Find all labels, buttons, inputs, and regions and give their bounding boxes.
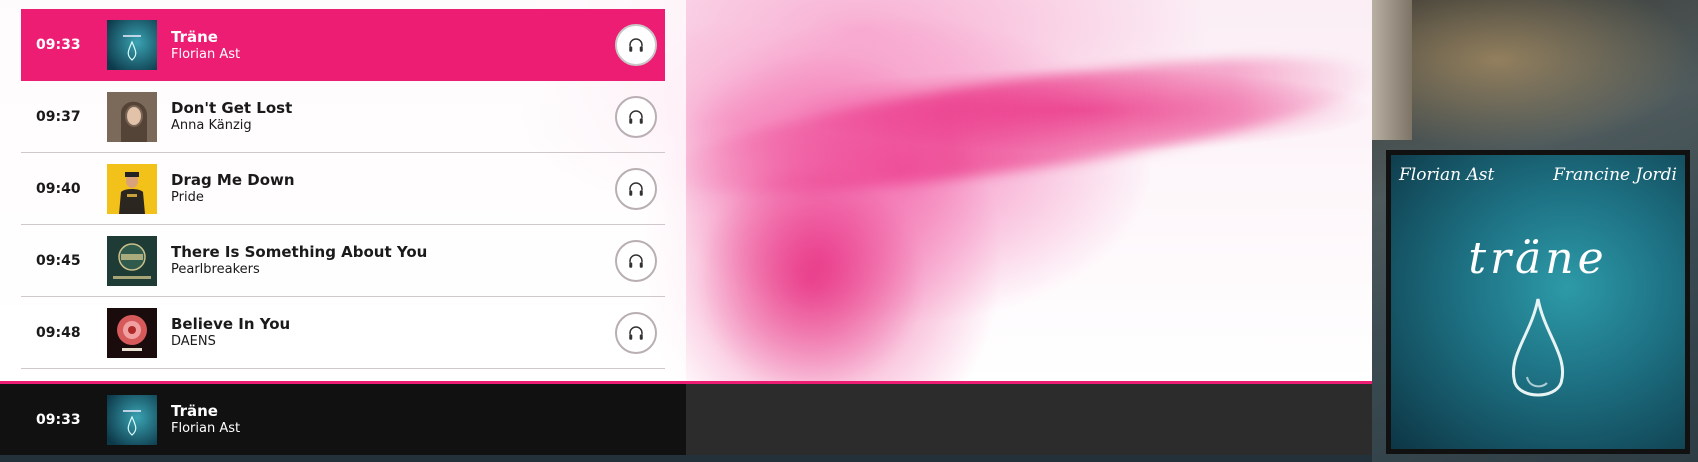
track-time: 09:48 — [36, 324, 81, 341]
now-playing-time: 09:33 — [36, 411, 81, 428]
playlist-row[interactable]: 09:40 Drag Me Down Pride — [21, 153, 665, 225]
headphones-icon — [629, 181, 643, 196]
now-playing[interactable]: 09:33 Träne Florian Ast — [0, 384, 686, 455]
playlist-row[interactable]: 09:37 Don't Get Lost Anna Känzig — [21, 81, 665, 153]
sunlight-glow — [1412, 0, 1698, 150]
headphones-icon — [629, 38, 643, 52]
now-playing-bar: 09:33 Träne Florian Ast — [0, 381, 1372, 455]
now-playing-artist: Florian Ast — [171, 421, 241, 436]
headphones-icon — [629, 109, 643, 124]
track-title: There Is Something About You — [171, 243, 428, 261]
track-time: 09:33 — [36, 37, 81, 53]
now-playing-title: Träne — [171, 402, 218, 420]
track-time: 09:37 — [36, 108, 81, 125]
track-time: 09:40 — [36, 180, 81, 197]
portrait-cover-thumbnail — [107, 91, 157, 142]
trane-cover-thumbnail — [107, 20, 157, 70]
album-art: Florian Ast Francine Jordi träne — [1386, 150, 1690, 454]
album-art-artist-left: Florian Ast — [1399, 165, 1495, 185]
headphones-icon — [629, 253, 643, 268]
cliff-rock — [1372, 0, 1412, 140]
track-artist: Anna Känzig — [171, 118, 252, 133]
listen-button[interactable] — [615, 167, 657, 210]
soldier-cover-thumbnail — [107, 163, 157, 214]
album-art-title: träne — [1468, 233, 1608, 284]
playlist-row[interactable]: 09:45 There Is Something About You Pearl… — [21, 225, 665, 297]
playlist-row[interactable]: 09:48 Believe In You DAENS — [21, 297, 665, 369]
listen-button[interactable] — [615, 95, 657, 138]
track-time: 09:45 — [36, 252, 81, 269]
listen-button[interactable] — [615, 311, 657, 354]
headphones-icon — [629, 325, 643, 340]
playlist-row[interactable]: 09:33 Träne Florian Ast — [21, 9, 665, 81]
teardrop-icon — [1512, 298, 1564, 397]
pink-smoke-plume — [700, 160, 920, 381]
track-title: Drag Me Down — [171, 171, 295, 189]
now-playing-cover — [107, 394, 157, 445]
red-flower-cover-thumbnail — [107, 307, 157, 358]
track-artist: Pride — [171, 190, 204, 205]
pearl-sonic-cover-thumbnail — [107, 235, 157, 286]
playlist: 09:33 Träne Florian Ast 09:37 Don't Get … — [0, 0, 686, 381]
listen-button[interactable] — [615, 239, 657, 282]
track-artist: Pearlbreakers — [171, 262, 260, 277]
track-title: Believe In You — [171, 315, 291, 333]
track-artist: DAENS — [171, 334, 216, 349]
track-title: Don't Get Lost — [171, 99, 293, 117]
album-art-artist-right: Francine Jordi — [1553, 165, 1677, 185]
listen-button[interactable] — [615, 24, 657, 66]
track-artist: Florian Ast — [171, 46, 241, 62]
track-title: Träne — [171, 27, 218, 46]
